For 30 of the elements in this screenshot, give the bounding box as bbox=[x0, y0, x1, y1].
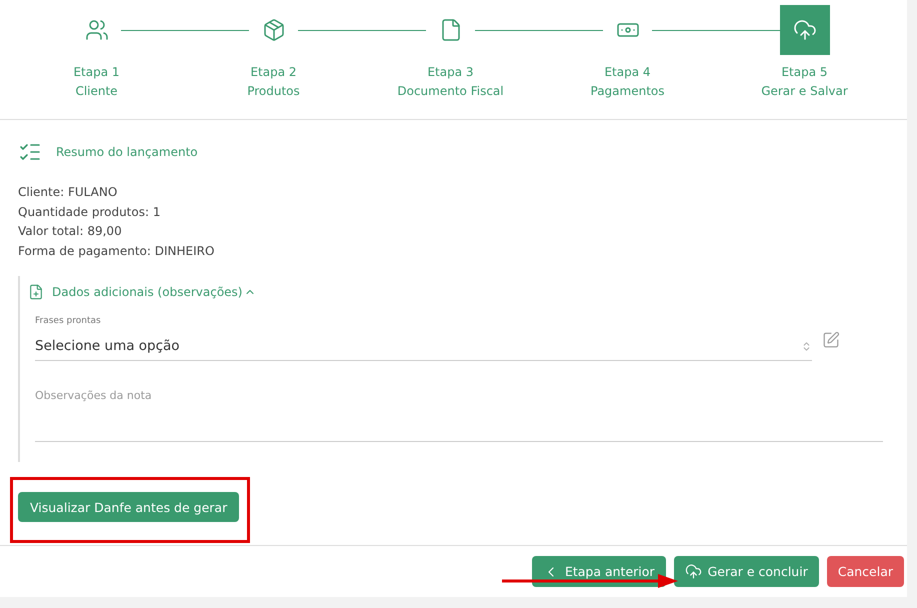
notes-field[interactable]: Observações da nota bbox=[35, 389, 883, 442]
summary-line: Cliente: FULANO bbox=[18, 184, 118, 201]
step-name: Documento Fiscal bbox=[397, 83, 504, 100]
field-label: Frases prontas bbox=[35, 316, 102, 326]
step-number: Etapa 2 bbox=[250, 64, 297, 81]
people-icon bbox=[84, 18, 108, 42]
collapse-toggle[interactable]: Dados adicionais (observações) bbox=[52, 285, 256, 299]
sort-icon bbox=[801, 340, 812, 352]
phrase-select[interactable]: Selecione uma opção bbox=[35, 332, 812, 361]
step-number: Etapa 5 bbox=[781, 64, 828, 81]
preview-button[interactable]: Visualizar Danfe antes de gerar bbox=[18, 492, 240, 522]
step-number: Etapa 4 bbox=[604, 64, 651, 81]
cancel-button[interactable]: Cancelar bbox=[826, 556, 904, 587]
box-icon bbox=[262, 18, 286, 42]
step-number: Etapa 1 bbox=[73, 64, 120, 81]
edit-icon[interactable] bbox=[822, 331, 840, 349]
active-step-marker[interactable] bbox=[780, 5, 830, 55]
section-title: Resumo do lançamento bbox=[56, 145, 198, 159]
step-name: Cliente bbox=[75, 83, 118, 100]
step-number: Etapa 3 bbox=[427, 64, 474, 81]
summary-line: Valor total: 89,00 bbox=[18, 223, 123, 240]
summary-line: Quantidade produtos: 1 bbox=[18, 204, 162, 220]
cloud-upload-icon bbox=[684, 563, 702, 580]
step-name: Pagamentos bbox=[590, 83, 664, 100]
summary-line: Forma de pagamento: DINHEIRO bbox=[18, 242, 216, 260]
step-name: Produtos bbox=[247, 83, 300, 100]
step-name: Gerar e Salvar bbox=[761, 83, 848, 100]
submit-button[interactable]: Gerar e concluir bbox=[674, 556, 819, 587]
cloud-upload-icon bbox=[792, 18, 816, 42]
file-plus-icon bbox=[28, 284, 44, 300]
